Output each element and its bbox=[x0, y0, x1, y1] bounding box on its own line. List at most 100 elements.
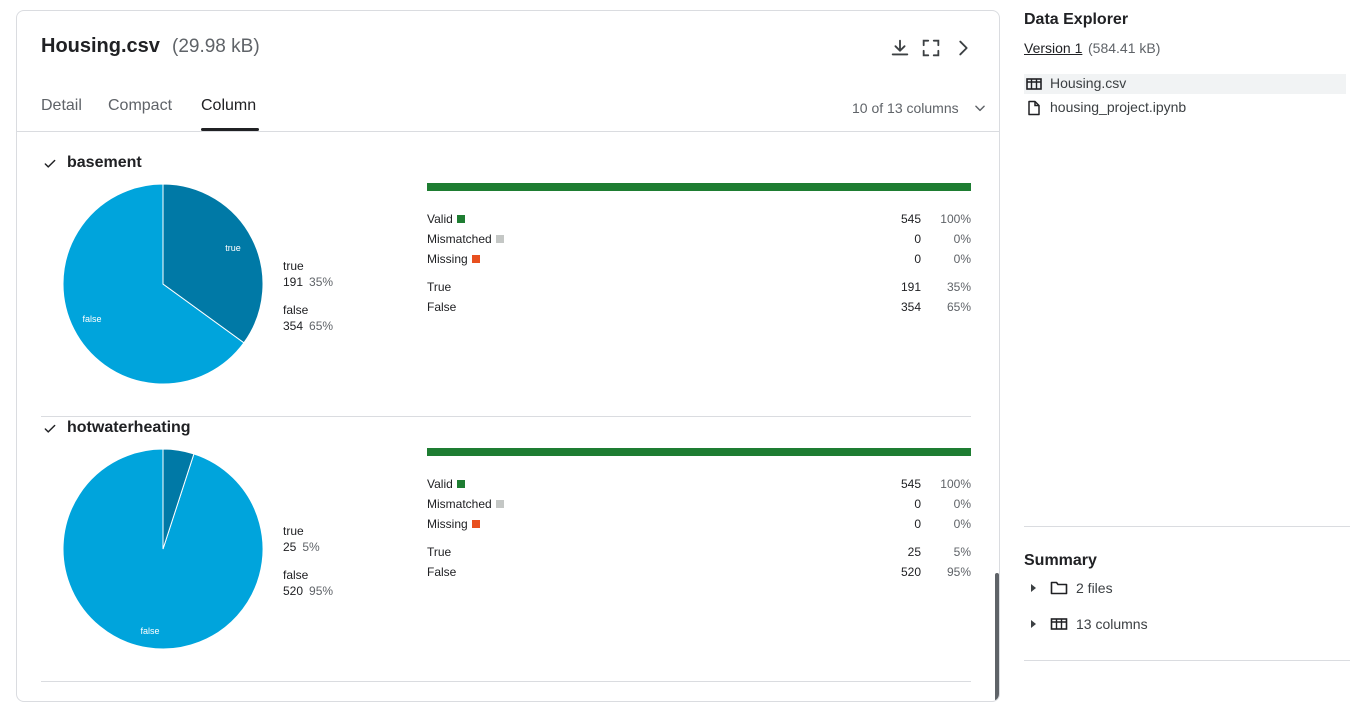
stat-label: Mismatched bbox=[427, 232, 492, 246]
missing-swatch bbox=[471, 255, 480, 263]
valid-bar bbox=[427, 448, 971, 456]
stat-label: Valid bbox=[427, 477, 453, 491]
legend-count: 520 bbox=[283, 584, 304, 598]
stat-row-valid: Valid 545 100% bbox=[427, 212, 971, 232]
value-row-false: False 520 95% bbox=[427, 565, 971, 585]
value-pct: 35% bbox=[946, 280, 971, 294]
valid-swatch bbox=[456, 480, 465, 488]
caret-right-icon[interactable] bbox=[1030, 619, 1038, 629]
stat-count: 545 bbox=[900, 212, 921, 226]
column-name: hotwaterheating bbox=[67, 419, 191, 436]
summary-item-files[interactable]: 2 files bbox=[1024, 579, 1350, 601]
explorer-file-housing-csv[interactable]: Housing.csv bbox=[1024, 74, 1346, 94]
pie-label-true: true bbox=[225, 243, 241, 253]
mismatched-swatch bbox=[495, 500, 504, 508]
data-explorer-title: Data Explorer bbox=[1024, 11, 1129, 28]
pie-label-false: false bbox=[140, 626, 159, 636]
file-name: Housing.csv bbox=[1050, 75, 1127, 91]
stat-label: Missing bbox=[427, 252, 468, 266]
stat-pct: 100% bbox=[940, 477, 971, 491]
stat-row-missing: Missing 0 0% bbox=[427, 252, 971, 272]
legend-count: 191 bbox=[283, 275, 304, 289]
tab-compact[interactable]: Compact bbox=[108, 97, 172, 115]
legend-item-false: false 520 95% bbox=[283, 567, 333, 599]
file-icon bbox=[1028, 100, 1040, 116]
value-count: 520 bbox=[900, 565, 921, 579]
legend-pct: 95% bbox=[309, 584, 334, 598]
value-pct: 95% bbox=[946, 565, 971, 579]
legend-pct: 35% bbox=[309, 275, 334, 289]
summary-title: Summary bbox=[1024, 552, 1097, 569]
legend-item-true: true 191 35% bbox=[283, 258, 333, 290]
section-divider bbox=[41, 681, 971, 682]
stat-label: Valid bbox=[427, 212, 453, 226]
column-selector[interactable]: 10 of 13 columns bbox=[852, 100, 959, 116]
pie-label-false: false bbox=[82, 314, 101, 324]
column-section-basement: basement true false true 191 35% false 35… bbox=[41, 152, 971, 417]
summary-label: 2 files bbox=[1076, 580, 1113, 596]
legend-pct: 5% bbox=[302, 540, 320, 554]
check-icon[interactable] bbox=[43, 157, 57, 171]
value-label: True bbox=[427, 545, 452, 559]
column-section-hotwaterheating: hotwaterheating false true 25 5% false 52… bbox=[41, 417, 971, 682]
chevron-down-icon[interactable] bbox=[973, 101, 987, 115]
stat-count: 0 bbox=[914, 232, 921, 246]
download-icon[interactable] bbox=[889, 37, 911, 59]
file-size: (29.98 kB) bbox=[172, 36, 260, 57]
legend-count: 354 bbox=[283, 319, 304, 333]
value-row-true: True 191 35% bbox=[427, 280, 971, 300]
summary-item-columns[interactable]: 13 columns bbox=[1024, 615, 1350, 637]
value-count: 354 bbox=[900, 300, 921, 314]
summary-label: 13 columns bbox=[1076, 616, 1148, 632]
version-size: (584.41 kB) bbox=[1088, 40, 1161, 56]
stat-count: 545 bbox=[900, 477, 921, 491]
stat-count: 0 bbox=[914, 517, 921, 531]
stat-label: Mismatched bbox=[427, 497, 492, 511]
table-icon bbox=[1026, 78, 1042, 90]
legend-label: false bbox=[283, 303, 309, 317]
file-name: housing_project.ipynb bbox=[1050, 99, 1187, 115]
tabs-divider bbox=[17, 131, 999, 132]
value-label: False bbox=[427, 565, 457, 579]
valid-swatch bbox=[456, 215, 465, 223]
stat-pct: 0% bbox=[953, 232, 971, 246]
fullscreen-icon[interactable] bbox=[920, 37, 942, 59]
stat-pct: 0% bbox=[953, 252, 971, 266]
value-count: 25 bbox=[907, 545, 921, 559]
value-pct: 5% bbox=[953, 545, 971, 559]
legend-pct: 65% bbox=[309, 319, 334, 333]
file-title: Housing.csv bbox=[41, 35, 160, 57]
value-label: True bbox=[427, 280, 452, 294]
tab-detail[interactable]: Detail bbox=[41, 97, 82, 115]
stat-row-valid: Valid 545 100% bbox=[427, 477, 971, 497]
pie-chart: false bbox=[62, 448, 264, 650]
legend-count: 25 bbox=[283, 540, 297, 554]
missing-swatch bbox=[471, 520, 480, 528]
caret-right-icon[interactable] bbox=[1030, 583, 1038, 593]
vertical-scrollbar[interactable] bbox=[995, 573, 999, 701]
tab-column[interactable]: Column bbox=[201, 97, 256, 115]
stat-row-missing: Missing 0 0% bbox=[427, 517, 971, 537]
explorer-file-notebook[interactable]: housing_project.ipynb bbox=[1024, 98, 1346, 118]
mismatched-swatch bbox=[495, 235, 504, 243]
value-label: False bbox=[427, 300, 457, 314]
stat-pct: 100% bbox=[940, 212, 971, 226]
chevron-right-icon[interactable] bbox=[952, 37, 974, 59]
legend-label: true bbox=[283, 259, 304, 273]
check-icon[interactable] bbox=[43, 422, 57, 436]
stat-pct: 0% bbox=[953, 497, 971, 511]
column-name: basement bbox=[67, 154, 142, 171]
stat-count: 0 bbox=[914, 252, 921, 266]
value-row-true: True 25 5% bbox=[427, 545, 971, 565]
stat-pct: 0% bbox=[953, 517, 971, 531]
table-icon bbox=[1050, 618, 1068, 630]
value-pct: 65% bbox=[946, 300, 971, 314]
stat-row-mismatched: Mismatched 0 0% bbox=[427, 497, 971, 517]
legend-label: false bbox=[283, 568, 309, 582]
stat-row-mismatched: Mismatched 0 0% bbox=[427, 232, 971, 252]
dataset-card: Housing.csv (29.98 kB) Detail Compact Co… bbox=[16, 10, 1000, 702]
legend-item-true: true 25 5% bbox=[283, 523, 320, 555]
legend-item-false: false 354 65% bbox=[283, 302, 333, 334]
value-row-false: False 354 65% bbox=[427, 300, 971, 320]
version-link[interactable]: Version 1 bbox=[1024, 40, 1082, 56]
